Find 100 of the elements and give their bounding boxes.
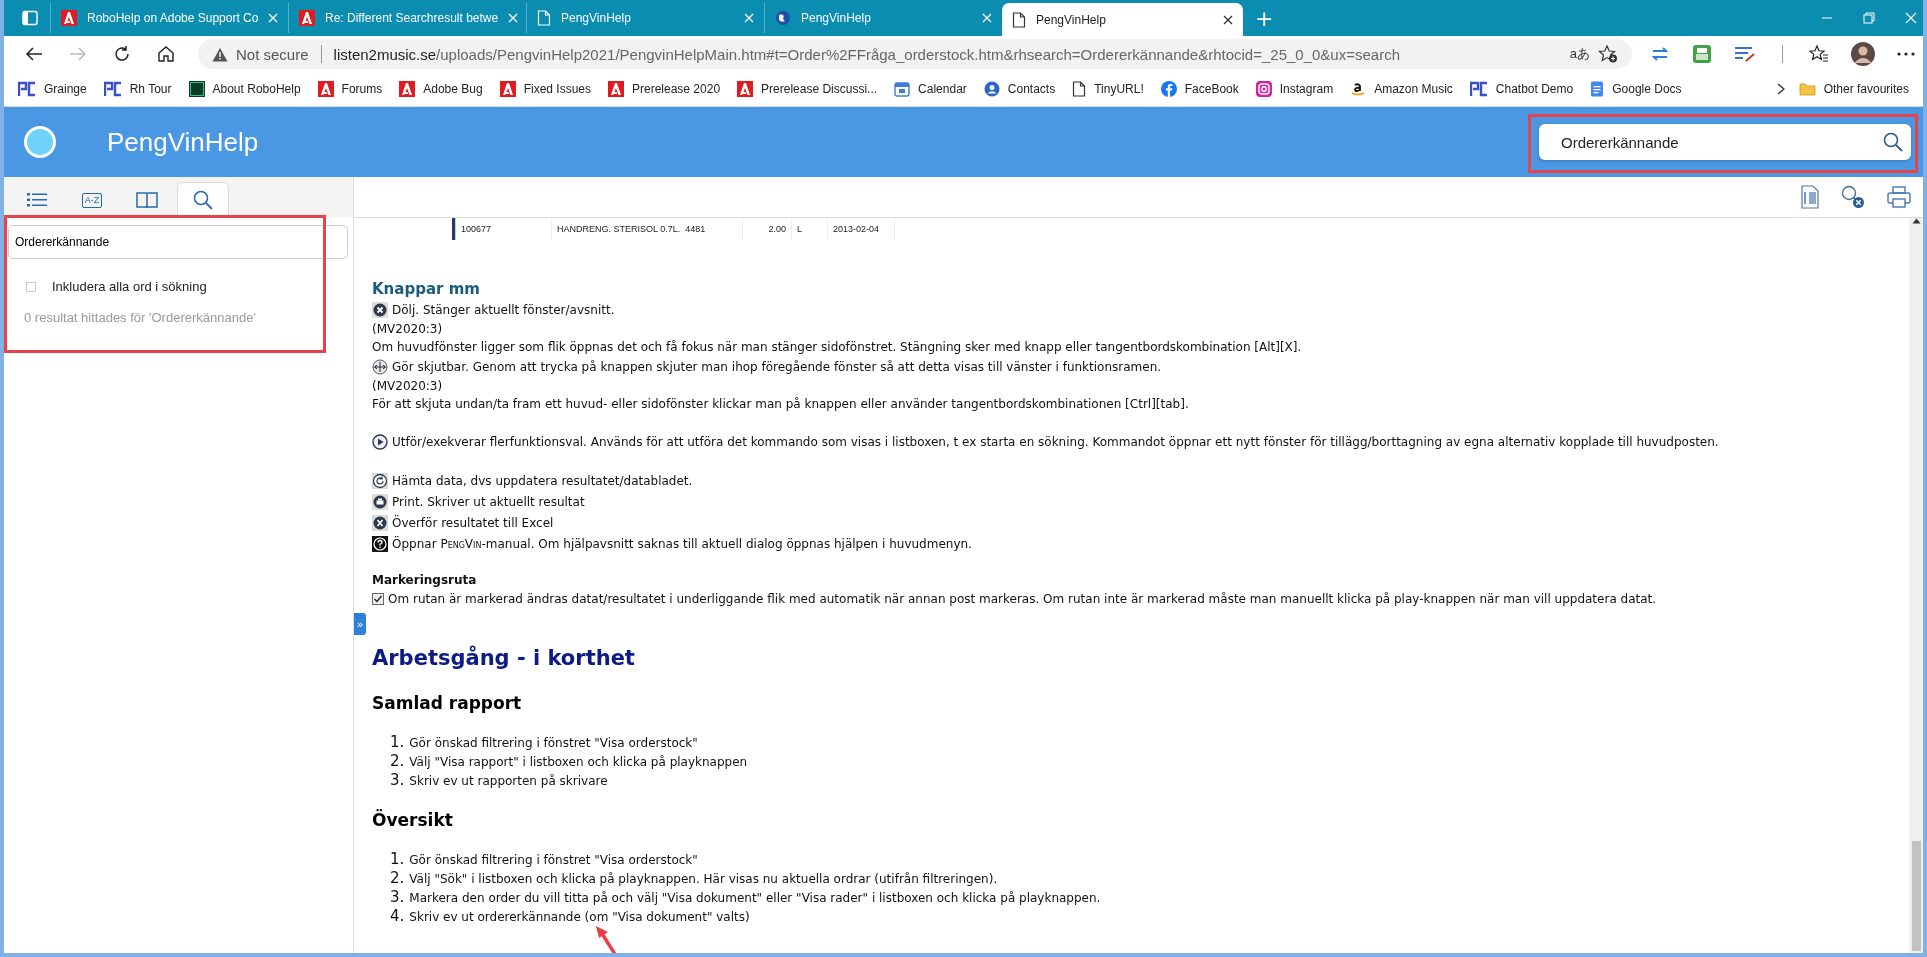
bookmark-link[interactable]: FaceBook	[1184, 82, 1239, 96]
pc-icon	[1469, 81, 1488, 97]
logo-icon	[24, 126, 56, 158]
url-text: listen2music.se/uploads/PengvinHelp2021/PengvinHelpMain.htm#t=Order%2FFråga_orderstock.htm&rhsearch=Ordererkännande&rhtocid=_25_0_0&ux=search	[333, 45, 1401, 63]
globe-icon	[775, 10, 791, 26]
profile-avatar[interactable]	[1851, 42, 1875, 66]
adobe-icon	[317, 81, 334, 97]
printer-icon[interactable]	[1692, 44, 1712, 64]
read-aloud-button[interactable]: aあ	[1569, 45, 1590, 63]
table-cell: 100677	[455, 218, 552, 240]
tab-actions-icon[interactable]	[22, 10, 38, 26]
sidebar-tab[interactable]	[177, 182, 229, 217]
scrollbar-thumb[interactable]	[1911, 841, 1921, 951]
close-icon	[372, 301, 388, 318]
bookmark-link[interactable]: Amazon Music	[1374, 82, 1453, 96]
result-text: 0 resultat hittades för 'Ordererkännande'	[24, 310, 257, 325]
list-number: 2.	[390, 752, 405, 771]
address-bar[interactable]: Not secure listen2music.se/uploads/PengvinHelp2021/PengvinHelpMain.htm#t=Order%2FFråga_orderstock.htm&rhsearch=Ordererkännande&rhtocid=_25_0_0&ux=search aあ	[198, 39, 1632, 69]
paragraph: (MV2020:3)	[372, 321, 444, 338]
contacts-icon	[983, 81, 1000, 97]
bookmark-folder[interactable]: Other favourites	[1823, 82, 1909, 96]
restore-icon[interactable]	[1863, 12, 1875, 24]
search-clear-icon[interactable]	[1841, 185, 1865, 209]
chevron-right-icon[interactable]	[1776, 83, 1785, 95]
bookmark-link[interactable]: Adobe Bug	[423, 82, 483, 96]
adobe-icon	[399, 81, 416, 97]
table-cell: HANDRENG. STERISOL 0.7L. 4481	[552, 218, 743, 240]
browser-tab[interactable]: PengVinHelp	[1002, 3, 1243, 36]
favorites-icon[interactable]	[1809, 45, 1829, 63]
checkbox-icon	[372, 592, 384, 605]
scrollbar[interactable]	[1909, 218, 1923, 953]
browser-tab[interactable]: PengVinHelp	[526, 3, 764, 33]
bookmark-link[interactable]: Instagram	[1279, 82, 1334, 96]
bookmark-link[interactable]: Prerelease Discussi...	[761, 82, 878, 96]
bookmark-link[interactable]: Rh Tour	[129, 82, 172, 96]
list-item-text: Markera den order du vill titta på och välj "Visa dokument" eller "Visa rader" i listboxen och klicka på playknappen.	[409, 890, 1101, 907]
paragraph: För att skjuta undan/ta fram ett huvud- eller sidofönster klickar man på knappen eller använder tangentbordskombinationen [Ctrl][tab].	[372, 396, 1190, 413]
bookmark-link[interactable]: About RoboHelp	[212, 82, 301, 96]
help-icon	[372, 535, 388, 552]
sync-icon[interactable]	[1650, 45, 1670, 63]
sidebar-tab[interactable]: A-Z	[67, 183, 117, 217]
favorite-add-icon[interactable]	[1598, 45, 1618, 63]
bookmark-link[interactable]: Chatbot Demo	[1495, 82, 1574, 96]
bookmark-link[interactable]: TinyURL!	[1094, 82, 1144, 96]
expand-sidebar-button[interactable]: »	[354, 613, 366, 635]
adobe-icon	[299, 10, 315, 26]
adobe-icon	[499, 81, 516, 97]
browser-tab[interactable]: Re: Different Searchresult betwe	[288, 3, 526, 33]
bookmark-link[interactable]: Calendar	[918, 82, 967, 96]
new-tab-button[interactable]: +	[1255, 8, 1274, 30]
list-number: 4.	[390, 907, 405, 926]
list-item-text: Skriv ev ut rapporten på skrivare	[409, 773, 608, 790]
slide-arrows-icon	[372, 358, 388, 375]
close-icon[interactable]	[1223, 14, 1233, 25]
amazon-icon	[1350, 81, 1367, 97]
checkbox[interactable]	[26, 281, 36, 292]
document-icon[interactable]	[1801, 185, 1819, 209]
page-icon	[537, 10, 551, 26]
section-heading: Knappar mm	[372, 279, 481, 299]
bookmark-link[interactable]: Contacts	[1007, 82, 1056, 96]
bookmark-link[interactable]: Forums	[341, 82, 383, 96]
print-icon[interactable]	[1887, 186, 1911, 208]
search-field[interactable]: Ordererkännande	[8, 225, 348, 259]
search-input[interactable]: Ordererkännande	[1559, 132, 1883, 152]
page-icon	[1012, 11, 1026, 28]
folder-icon	[1798, 82, 1816, 96]
paragraph: Utför/exekverar flerfunktionsval. Används för att utföra det kommando som visas i listboxen, t ex starta en sökning. Kommandot öppnar ett nytt fönster för tillägg/borttagning av egna alternativ kopplade till huvudposten.	[392, 433, 1719, 451]
search-icon[interactable]	[1883, 132, 1903, 152]
back-icon[interactable]	[25, 46, 43, 62]
list-number: 1.	[390, 733, 405, 752]
paragraph: Överför resultatet till Excel	[392, 514, 554, 532]
pc-icon	[18, 81, 36, 97]
adobe-icon	[737, 81, 754, 97]
paragraph: Hämta data, dvs uppdatera resultatet/databladet.	[392, 472, 693, 490]
adobe-icon	[61, 10, 77, 26]
scroll-up-icon[interactable]	[1911, 218, 1921, 224]
more-icon[interactable]	[1897, 52, 1915, 56]
list-number: 3.	[390, 771, 405, 790]
search-field[interactable]: Ordererkännande	[1539, 124, 1911, 160]
bookmark-link[interactable]: Grainge	[44, 82, 87, 96]
bookmark-link[interactable]: Fixed Issues	[523, 82, 591, 96]
list-item-text: Gör önskad filtrering i fönstret "Visa orderstock"	[409, 852, 698, 869]
browser-tab[interactable]: RoboHelp on Adobe Support Co	[50, 3, 288, 33]
bookmark-link[interactable]: Google Docs	[1612, 82, 1682, 96]
home-icon[interactable]	[157, 45, 175, 63]
list-item-text: Gör önskad filtrering i fönstret "Visa orderstock"	[409, 735, 698, 752]
page-heading: Arbetsgång - i korthet	[372, 644, 636, 672]
refresh-icon[interactable]	[113, 45, 131, 63]
warning-icon	[212, 46, 228, 62]
checkbox-label: Inkludera alla ord i sökning	[52, 279, 207, 294]
reading-list-icon[interactable]	[1734, 45, 1756, 63]
play-icon	[372, 433, 388, 450]
book-icon	[136, 191, 158, 209]
paragraph: (MV2020:3)	[372, 378, 444, 395]
bookmark-link[interactable]: Prerelease 2020	[632, 82, 721, 96]
table-cell: 2.00	[743, 218, 792, 240]
list-number: 1.	[390, 850, 405, 869]
security-label: Not secure	[236, 45, 309, 63]
excel-icon	[372, 514, 388, 531]
paragraph: Print. Skriver ut aktuellt resultat	[392, 493, 585, 511]
